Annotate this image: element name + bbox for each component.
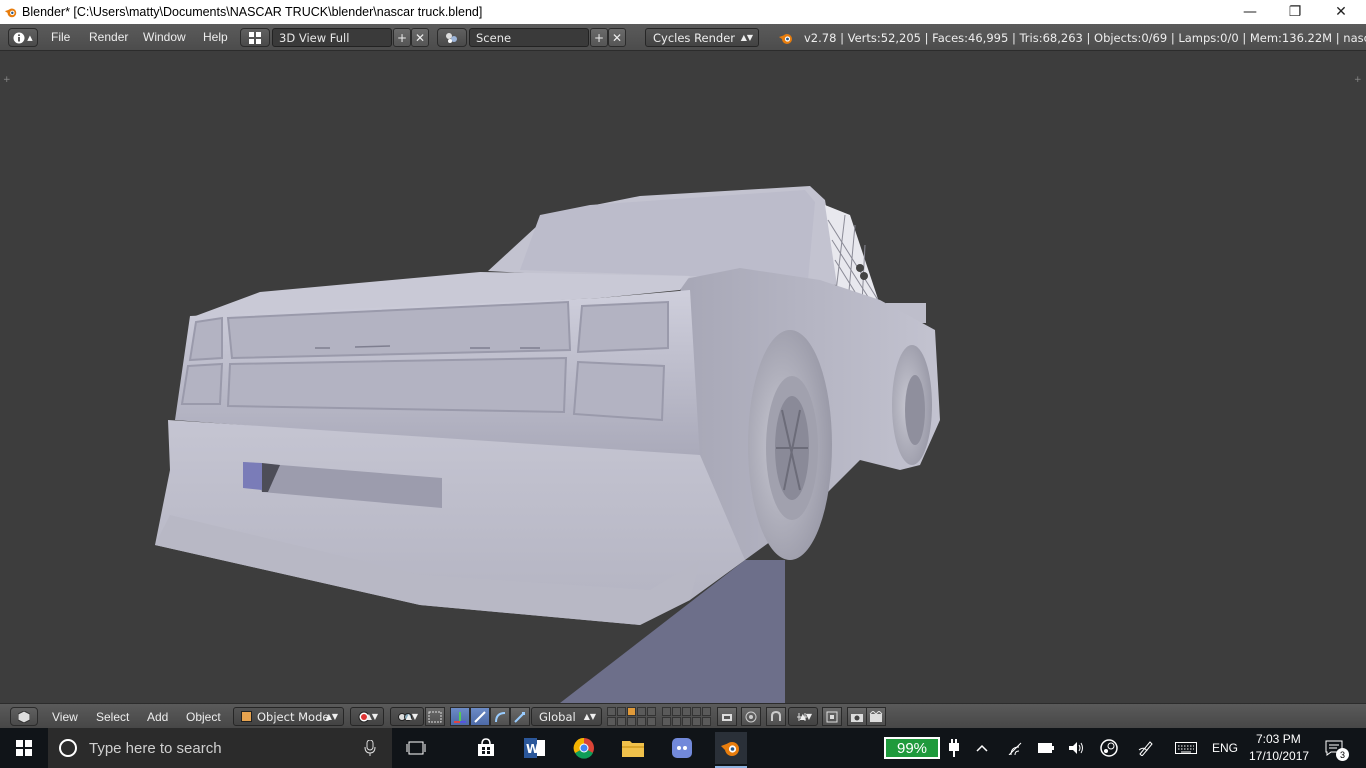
discord-icon[interactable] (666, 732, 698, 764)
menu-add[interactable]: Add (147, 710, 168, 724)
layer-buttons-group-2[interactable] (662, 707, 711, 726)
windows-logo-icon (16, 740, 32, 756)
lock-camera-icon[interactable] (717, 707, 737, 726)
dropdown-arrow-icon: ▲▼ (740, 33, 753, 42)
editor-type-3dview-button[interactable] (10, 707, 38, 726)
info-icon (13, 32, 25, 43)
wifi-icon[interactable] (1002, 732, 1028, 764)
truck-model-render (155, 186, 940, 703)
updown-arrow-icon: ▲ (27, 33, 33, 42)
pivot-point-dropdown[interactable]: ▲▼ (390, 707, 424, 726)
action-center-icon[interactable]: 3 (1318, 732, 1350, 764)
interaction-mode-dropdown[interactable]: Object Mode ▲▼ (233, 707, 344, 726)
dropdown-arrow-icon: ▲▼ (365, 712, 378, 721)
menu-help[interactable]: Help (203, 30, 228, 44)
svg-text:W: W (526, 742, 539, 756)
transform-manipulator-icon[interactable] (450, 707, 470, 726)
menu-render[interactable]: Render (89, 30, 128, 44)
clock-date[interactable]: 17/10/2017 (1249, 749, 1309, 763)
layout-grid-icon (249, 31, 261, 44)
task-view-icon[interactable] (400, 732, 432, 764)
start-button[interactable] (8, 732, 40, 764)
mode-label: Object Mode (257, 709, 330, 724)
search-placeholder: Type here to search (89, 739, 222, 757)
file-explorer-icon[interactable] (617, 732, 649, 764)
info-header: ▲ File Render Window Help 3D View Full +… (0, 24, 1366, 51)
menu-object[interactable]: Object (186, 710, 221, 724)
proportional-editing-icon[interactable] (741, 707, 761, 726)
layer-buttons-group-1[interactable] (607, 707, 656, 726)
scene-selector[interactable] (437, 28, 467, 47)
3d-view-cube-icon (18, 710, 30, 723)
dropdown-arrow-icon: ▲▼ (325, 712, 338, 721)
battery-status-icon[interactable] (1033, 732, 1059, 764)
render-engine-label: Cycles Render (653, 30, 736, 45)
screen-layout-field[interactable]: 3D View Full (272, 28, 392, 47)
orientation-label: Global (539, 709, 576, 724)
scene-icon (446, 32, 457, 43)
add-screen-icon[interactable]: + (393, 28, 411, 47)
pen-ink-icon[interactable] (1133, 732, 1159, 764)
rotate-manipulator-icon[interactable] (490, 707, 510, 726)
dropdown-arrow-icon: ▲▼ (799, 712, 812, 721)
input-language[interactable]: ENG (1212, 741, 1238, 755)
editor-type-info-button[interactable]: ▲ (8, 28, 38, 47)
clock-time[interactable]: 7:03 PM (1256, 732, 1301, 746)
volume-icon[interactable] (1064, 732, 1090, 764)
remove-screen-icon[interactable]: ✕ (411, 28, 429, 47)
screen-layout-selector[interactable] (240, 28, 270, 47)
transform-orientation-dropdown[interactable]: Global ▲▼ (531, 707, 602, 726)
area-split-corner-icon[interactable]: + (3, 76, 11, 85)
add-scene-icon[interactable]: + (590, 28, 608, 47)
3d-view-header: View Select Add Object Object Mode ▲▼ ▲▼… (0, 703, 1366, 728)
scene-field[interactable]: Scene (469, 28, 589, 47)
window-title: Blender* [C:\Users\matty\Documents\NASCA… (22, 5, 483, 19)
render-image-icon[interactable] (847, 707, 867, 726)
scale-manipulator-icon[interactable] (510, 707, 530, 726)
render-engine-dropdown[interactable]: Cycles Render ▲▼ (645, 28, 759, 47)
word-icon[interactable]: W (519, 732, 551, 764)
manipulator-toggle-icon[interactable] (425, 707, 445, 726)
dropdown-arrow-icon: ▲▼ (405, 712, 418, 721)
object-mode-icon (241, 711, 252, 722)
blender-logo-icon (4, 8, 17, 18)
window-title-bar: Blender* [C:\Users\matty\Documents\NASCA… (0, 0, 1366, 24)
store-icon[interactable] (470, 732, 502, 764)
area-split-corner-icon[interactable]: + (1354, 76, 1362, 85)
battery-indicator[interactable]: 99% (884, 737, 940, 759)
remove-scene-icon[interactable]: ✕ (608, 28, 626, 47)
microphone-icon (364, 740, 376, 756)
scene-statistics: v2.78 | Verts:52,205 | Faces:46,995 | Tr… (804, 31, 1366, 45)
blender-logo-icon (779, 34, 792, 44)
show-hidden-icons-chevron-icon[interactable] (970, 732, 994, 764)
3d-viewport[interactable]: + + (0, 52, 1366, 703)
close-button[interactable]: ✕ (1318, 0, 1364, 24)
windows-taskbar: Type here to search W 99% ENG 7:03 PM 17… (0, 728, 1366, 768)
render-animation-icon[interactable] (866, 707, 886, 726)
snap-target-icon[interactable] (822, 707, 842, 726)
minimize-button[interactable]: — (1227, 0, 1273, 24)
snap-element-dropdown[interactable]: ▲▼ (788, 707, 818, 726)
menu-file[interactable]: File (51, 30, 70, 44)
blender-taskbar-icon[interactable] (715, 732, 747, 768)
menu-select[interactable]: Select (96, 710, 129, 724)
taskbar-search-box[interactable]: Type here to search (48, 728, 392, 768)
cortana-circle-icon (59, 739, 77, 757)
snap-toggle-icon[interactable] (766, 707, 786, 726)
notification-count-badge: 3 (1336, 748, 1349, 761)
menu-view[interactable]: View (52, 710, 78, 724)
restore-button[interactable]: ❐ (1272, 0, 1318, 24)
dropdown-arrow-icon: ▲▼ (583, 712, 596, 721)
menu-window[interactable]: Window (143, 30, 186, 44)
touch-keyboard-icon[interactable] (1172, 732, 1200, 764)
translate-manipulator-icon[interactable] (470, 707, 490, 726)
steam-icon[interactable] (1096, 732, 1122, 764)
viewport-shading-dropdown[interactable]: ▲▼ (350, 707, 384, 726)
power-plug-icon[interactable] (942, 732, 966, 764)
chrome-icon[interactable] (568, 732, 600, 764)
